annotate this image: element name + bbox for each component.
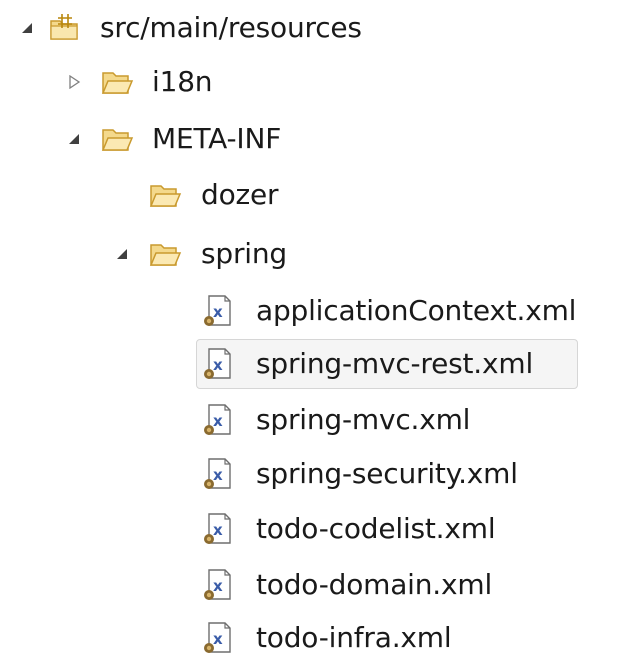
tree-item-spring-mvc-xml[interactable]: x spring-mvc.xml [0, 396, 520, 444]
tree-item-spring-security-xml[interactable]: x spring-security.xml [0, 450, 560, 498]
project-explorer-tree: src/main/resources i18n META-INF dozer s… [0, 0, 618, 662]
svg-text:x: x [213, 356, 223, 374]
expanded-arrow-icon[interactable] [18, 19, 36, 37]
svg-text:x: x [213, 303, 223, 321]
tree-item-spring-mvc-rest-xml[interactable]: x spring-mvc-rest.xml [0, 340, 580, 388]
tree-item-i18n[interactable]: i18n [0, 58, 300, 106]
tree-item-src-main-resources[interactable]: src/main/resources [0, 4, 420, 52]
tree-item-dozer[interactable]: dozer [0, 171, 350, 219]
spring-xml-file-icon: x [202, 568, 236, 602]
expanded-arrow-icon[interactable] [113, 245, 131, 263]
tree-item-label: todo-infra.xml [256, 621, 452, 654]
package-folder-icon [48, 11, 82, 45]
spring-xml-file-icon: x [202, 457, 236, 491]
svg-text:x: x [213, 577, 223, 595]
tree-item-label: META-INF [152, 122, 282, 155]
spring-xml-file-icon: x [202, 403, 236, 437]
tree-item-todo-domain-xml[interactable]: x todo-domain.xml [0, 561, 560, 609]
svg-text:x: x [213, 412, 223, 430]
tree-item-label: i18n [152, 65, 213, 98]
tree-item-meta-inf[interactable]: META-INF [0, 115, 350, 163]
spring-xml-file-icon: x [202, 512, 236, 546]
tree-item-todo-infra-xml[interactable]: x todo-infra.xml [0, 614, 560, 662]
tree-item-label: src/main/resources [100, 11, 362, 44]
folder-icon [148, 178, 182, 212]
folder-icon [100, 65, 134, 99]
tree-item-todo-codelist-xml[interactable]: x todo-codelist.xml [0, 505, 560, 553]
tree-item-label: spring-mvc-rest.xml [256, 347, 534, 380]
expanded-arrow-icon[interactable] [65, 130, 83, 148]
tree-item-label: spring-security.xml [256, 457, 518, 490]
svg-text:x: x [213, 630, 223, 648]
svg-text:x: x [213, 466, 223, 484]
tree-item-label: todo-domain.xml [256, 568, 493, 601]
collapsed-arrow-icon[interactable] [65, 73, 83, 91]
tree-item-applicationcontext-xml[interactable]: x applicationContext.xml [0, 287, 616, 335]
spring-xml-file-icon: x [202, 347, 236, 381]
tree-item-label: spring-mvc.xml [256, 403, 471, 436]
folder-icon [148, 237, 182, 271]
svg-text:x: x [213, 521, 223, 539]
tree-item-spring[interactable]: spring [0, 230, 350, 278]
tree-item-label: spring [201, 237, 287, 270]
tree-item-label: applicationContext.xml [256, 294, 577, 327]
folder-icon [100, 122, 134, 156]
spring-xml-file-icon: x [202, 294, 236, 328]
spring-xml-file-icon: x [202, 621, 236, 655]
tree-item-label: todo-codelist.xml [256, 512, 496, 545]
tree-item-label: dozer [201, 178, 279, 211]
